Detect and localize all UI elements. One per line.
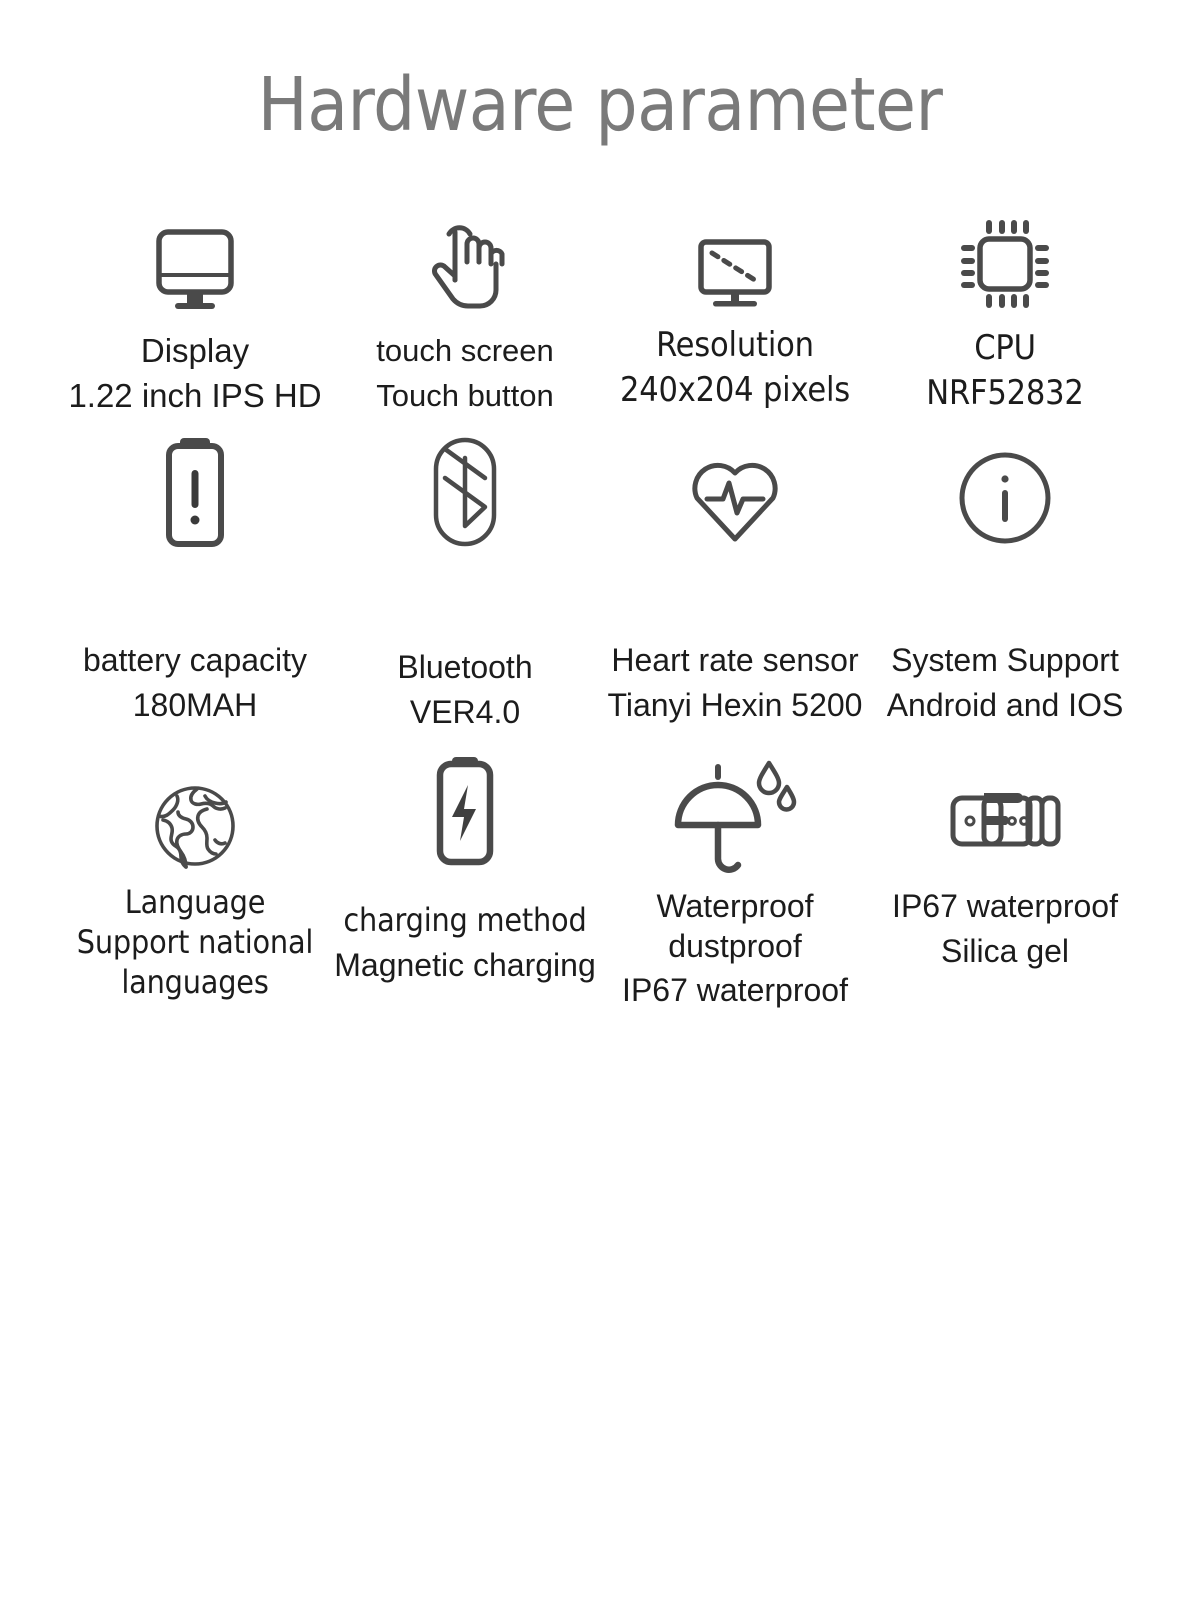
spec-label-line: languages: [121, 963, 269, 1001]
spec-row: Language Support national languages char…: [0, 756, 1200, 1008]
spec-cell-heart-rate: Heart rate sensor Tianyi Hexin 5200: [600, 426, 870, 756]
spec-label-line: battery capacity: [82, 642, 308, 678]
spec-label-line: dustproof: [668, 928, 802, 964]
monitor-display-icon: [60, 196, 330, 316]
spec-label-line: CPU: [974, 328, 1036, 368]
spec-cell-display: Display 1.22 inch IPS HD: [60, 196, 330, 426]
battery-charging-bolt-icon: [330, 756, 600, 876]
spec-cell-charging-method: charging method Magnetic charging: [330, 756, 600, 1006]
spec-label-line: IP67 waterproof: [622, 972, 848, 1008]
spec-cell-waterproof: Waterproof dustproof IP67 waterproof: [600, 756, 870, 1008]
bluetooth-icon: [330, 426, 600, 556]
info-circle-icon: [870, 426, 1140, 556]
spec-label-line: Bluetooth: [397, 649, 533, 685]
spec-label-line: 1.22 inch IPS HD: [68, 377, 322, 414]
hardware-parameter-page: Hardware parameter Display 1.22 inch IPS…: [0, 0, 1200, 1621]
spec-label-line: Touch button: [376, 378, 554, 413]
page-title: Hardware parameter: [257, 62, 943, 148]
spec-label-line: charging method: [343, 901, 587, 939]
globe-language-icon: [60, 756, 330, 876]
spec-label-line: 180MAH: [132, 687, 258, 723]
spec-row: Display 1.22 inch IPS HD touch screen To…: [0, 196, 1200, 426]
spec-label-line: touch screen: [376, 333, 554, 368]
spec-cell-cpu: CPU NRF52832: [870, 196, 1140, 426]
spec-label-line: Android and IOS: [886, 687, 1124, 723]
spec-row: battery capacity 180MAH Bluetooth VER4.0: [0, 426, 1200, 756]
cpu-chip-icon: [870, 196, 1140, 316]
spec-cell-language: Language Support national languages: [60, 756, 330, 1006]
spec-label-line: VER4.0: [409, 694, 521, 730]
spec-label-line: Language: [124, 883, 266, 921]
spec-cell-system-support: System Support Android and IOS: [870, 426, 1140, 756]
spec-label-line: Magnetic charging: [334, 947, 596, 983]
spec-label-line: 240x204 pixels: [620, 370, 850, 410]
spec-cell-battery-capacity: battery capacity 180MAH: [60, 426, 330, 756]
spec-cell-resolution: Resolution 240x204 pixels: [600, 196, 870, 426]
spec-cell-bluetooth: Bluetooth VER4.0: [330, 426, 600, 756]
watch-strap-buckle-icon: [870, 756, 1140, 876]
spec-label-line: IP67 waterproof: [892, 888, 1118, 924]
spec-label-line: NRF52832: [926, 373, 1084, 413]
spec-label-line: Tianyi Hexin 5200: [607, 687, 863, 723]
hand-tap-touch-icon: [330, 196, 600, 316]
spec-label-line: Resolution: [656, 325, 814, 365]
umbrella-raindrops-icon: [600, 756, 870, 876]
battery-alert-icon: [60, 426, 330, 556]
spec-label-line: Display: [140, 332, 250, 369]
spec-grid: Display 1.22 inch IPS HD touch screen To…: [0, 196, 1200, 1008]
spec-cell-silica-gel-strap: IP67 waterproof Silica gel: [870, 756, 1140, 1006]
spec-label-line: Waterproof: [656, 888, 814, 924]
spec-label-line: Silica gel: [940, 933, 1070, 969]
spec-label-line: Support national: [76, 923, 314, 961]
spec-cell-touch-screen: touch screen Touch button: [330, 196, 600, 426]
heart-rate-pulse-icon: [600, 426, 870, 556]
monitor-diagonal-resolution-icon: [600, 196, 870, 316]
spec-label-line: Heart rate sensor: [611, 642, 859, 678]
spec-label-line: System Support: [891, 642, 1119, 678]
